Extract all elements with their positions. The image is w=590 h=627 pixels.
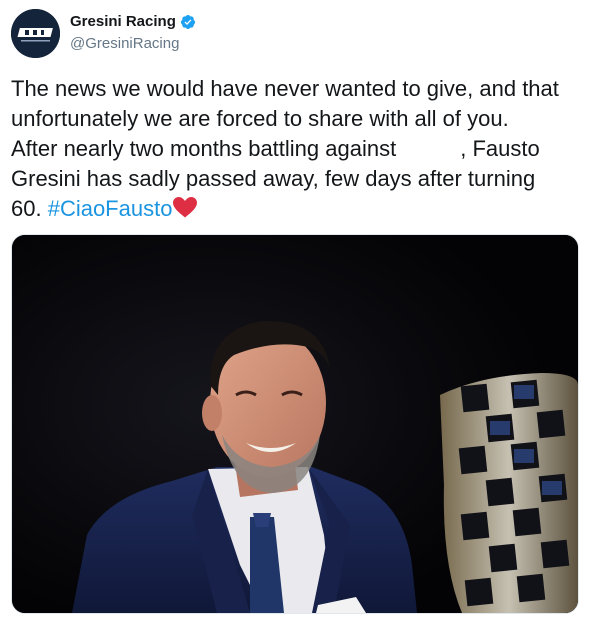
- tweet-line-4: Gresini has sadly passed away, few days …: [11, 166, 536, 191]
- tweet-line-2: unfortunately we are forced to share wit…: [11, 106, 509, 131]
- tweet-line-5: 60.: [11, 196, 48, 221]
- display-name[interactable]: Gresini Racing: [70, 13, 176, 30]
- gresini-logo-icon: [11, 9, 60, 58]
- hashtag-link[interactable]: #CiaoFausto: [48, 196, 173, 221]
- verified-badge-icon: [180, 14, 196, 30]
- tweet-line-3b: , Fausto: [460, 136, 540, 161]
- tweet-text: The news we would have never wanted to g…: [11, 74, 581, 224]
- red-heart-icon: [172, 196, 198, 218]
- account-handle[interactable]: @GresiniRacing: [70, 35, 179, 52]
- avatar[interactable]: [11, 9, 60, 58]
- tweet-card: Gresini Racing @GresiniRacing The news w…: [0, 0, 590, 627]
- tweet-line-3: After nearly two months battling against: [11, 136, 397, 161]
- tweet-photo[interactable]: [11, 234, 579, 614]
- tweet-line-1: The news we would have never wanted to g…: [11, 76, 559, 101]
- photo-man-smiling-with-trophy: [12, 235, 578, 613]
